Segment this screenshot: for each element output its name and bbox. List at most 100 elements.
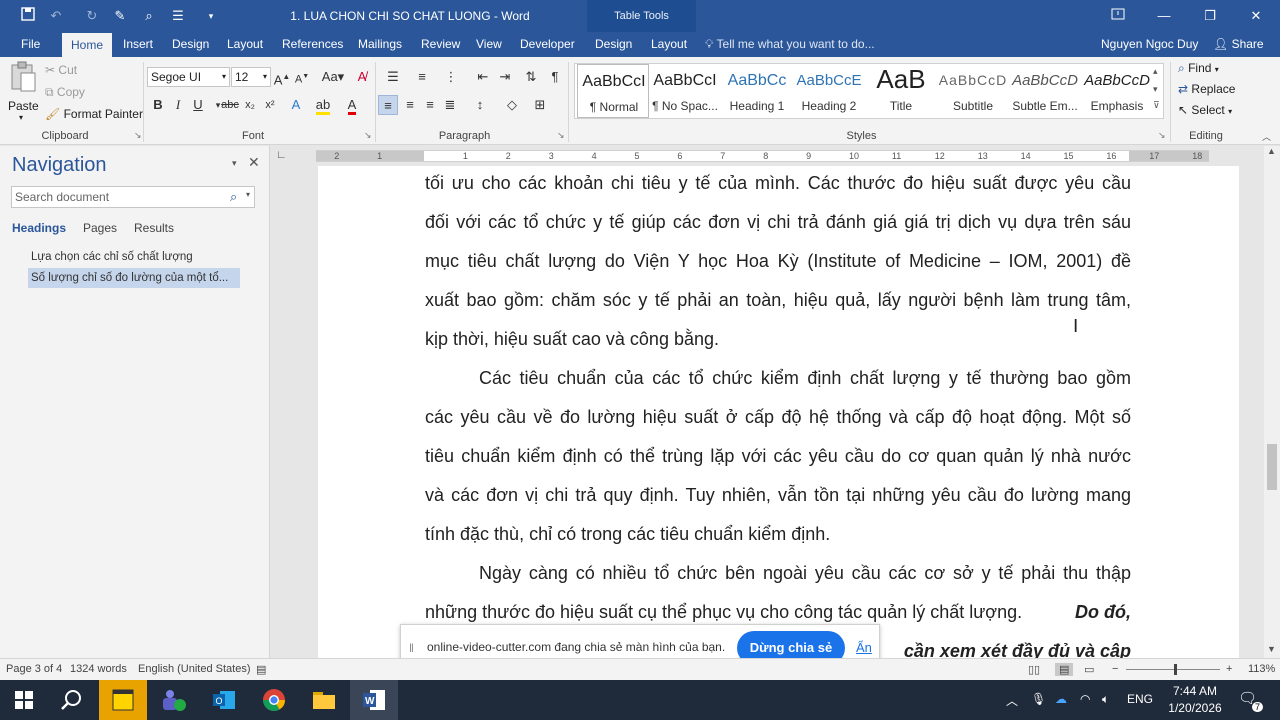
- nav-heading-item[interactable]: Lựa chọn các chỉ số chất lượng: [28, 247, 240, 267]
- shrink-font-icon[interactable]: A▼: [292, 67, 312, 87]
- tab-references[interactable]: References: [282, 32, 343, 57]
- tab-table-layout[interactable]: Layout: [651, 32, 687, 57]
- teams-app[interactable]: [150, 680, 198, 720]
- style-no-spacing[interactable]: AaBbCcI ¶ No Spac...: [649, 64, 721, 118]
- save-icon[interactable]: [19, 7, 37, 25]
- shading-icon[interactable]: ◇: [502, 95, 522, 115]
- highlight-icon[interactable]: ab: [313, 95, 333, 115]
- collapse-ribbon-icon[interactable]: ︿: [1262, 130, 1271, 143]
- tab-pages[interactable]: Pages: [83, 221, 117, 235]
- subscript-icon[interactable]: x₂: [240, 95, 260, 115]
- tab-developer[interactable]: Developer: [520, 32, 575, 57]
- scroll-up-icon[interactable]: ▲: [1267, 146, 1276, 156]
- scroll-down-icon[interactable]: ▼: [1267, 644, 1276, 654]
- hide-link[interactable]: Ẩn: [856, 640, 872, 655]
- clock[interactable]: 7:44 AM 1/20/2026: [1160, 683, 1230, 717]
- find-button[interactable]: ⌕ Find ▾: [1178, 61, 1219, 76]
- tab-headings[interactable]: Headings: [12, 221, 66, 235]
- restore-icon[interactable]: ❐: [1187, 0, 1233, 32]
- format-painter-button[interactable]: 🖌︎ Format Painter: [45, 107, 143, 121]
- zoom-slider-thumb[interactable]: [1174, 664, 1177, 675]
- web-layout-icon[interactable]: ▭: [1084, 663, 1094, 676]
- select-button[interactable]: ↖ Select ▾: [1178, 103, 1232, 117]
- print-preview-icon[interactable]: ⌕: [140, 7, 158, 25]
- font-launcher-icon[interactable]: ↘: [364, 130, 372, 141]
- style-subtitle[interactable]: AaBbCcD Subtitle: [937, 64, 1009, 118]
- tab-view[interactable]: View: [476, 32, 502, 57]
- replace-button[interactable]: ⇄ Replace: [1178, 82, 1235, 96]
- nav-heading-item[interactable]: Số lượng chỉ số đo lường của một tổ...: [28, 268, 240, 288]
- vertical-scrollbar[interactable]: ▲ ▼: [1264, 146, 1280, 658]
- italic-icon[interactable]: I: [168, 95, 188, 115]
- tab-file[interactable]: File: [21, 32, 40, 57]
- tab-mailings[interactable]: Mailings: [358, 32, 402, 57]
- align-left-icon[interactable]: ≡: [378, 95, 398, 115]
- font-color-icon[interactable]: A: [342, 95, 362, 115]
- tab-review[interactable]: Review: [421, 32, 460, 57]
- search-button[interactable]: [48, 680, 96, 720]
- document-page[interactable]: tối ưu cho các khoản chi tiêu y tế của m…: [318, 166, 1239, 658]
- style-heading-2[interactable]: AaBbCcE Heading 2: [793, 64, 865, 118]
- sort-icon[interactable]: ⇅: [521, 67, 541, 87]
- multilevel-list-icon[interactable]: ⋮: [441, 67, 461, 87]
- proofing-icon[interactable]: ▤: [256, 663, 266, 676]
- pane-options-icon[interactable]: ▾: [232, 158, 237, 169]
- cut-button[interactable]: ✂ Cut: [45, 63, 77, 77]
- microphone-icon[interactable]: 🎙︎: [1031, 692, 1046, 706]
- input-language[interactable]: ENG: [1127, 692, 1153, 706]
- align-center-icon[interactable]: ≡: [400, 95, 420, 115]
- undo-icon[interactable]: ↶: [47, 7, 65, 25]
- start-button[interactable]: [0, 680, 48, 720]
- tab-selector-icon[interactable]: ∟: [276, 149, 287, 161]
- clipboard-launcher-icon[interactable]: ↘: [134, 130, 142, 141]
- superscript-icon[interactable]: x²: [260, 95, 280, 115]
- tab-layout[interactable]: Layout: [227, 32, 263, 57]
- styles-scroll-up-icon[interactable]: ▴: [1153, 66, 1158, 77]
- bullets-icon[interactable]: ☰: [383, 67, 403, 87]
- copy-button[interactable]: ⧉ Copy: [45, 85, 85, 100]
- style-heading-1[interactable]: AaBbCc Heading 1: [721, 64, 793, 118]
- page-count[interactable]: Page 3 of 4: [6, 663, 62, 675]
- close-icon[interactable]: ✕: [1233, 0, 1279, 32]
- ruler-band[interactable]: 2 1 1 2 3 4 5 6 7 8 9 10 11 12 13 14 15 16 17 18: [316, 150, 1209, 162]
- network-icon[interactable]: ◠: [1080, 692, 1090, 706]
- sticky-notes-app[interactable]: [99, 680, 147, 720]
- bold-icon[interactable]: B: [148, 95, 168, 115]
- search-input[interactable]: Search document ⌕ ▾: [11, 186, 255, 208]
- tab-insert[interactable]: Insert: [123, 32, 153, 57]
- show-formatting-icon[interactable]: ¶: [545, 67, 565, 87]
- font-name-box[interactable]: Segoe UI ▾: [147, 67, 230, 87]
- chrome-app[interactable]: [250, 680, 298, 720]
- tab-table-design[interactable]: Design: [595, 32, 632, 57]
- minimize-icon[interactable]: —: [1141, 0, 1187, 32]
- zoom-slider[interactable]: [1126, 669, 1220, 670]
- print-layout-icon[interactable]: ▤: [1055, 663, 1074, 676]
- scrollbar-thumb[interactable]: [1267, 444, 1277, 490]
- zoom-out-icon[interactable]: −: [1112, 663, 1118, 675]
- style-emphasis[interactable]: AaBbCcD Emphasis: [1081, 64, 1153, 118]
- ribbon-display-options-icon[interactable]: [1095, 0, 1141, 32]
- style-subtle-emphasis[interactable]: AaBbCcD Subtle Em...: [1009, 64, 1081, 118]
- styles-more-icon[interactable]: ⊽: [1153, 100, 1160, 111]
- grow-font-icon[interactable]: A▲: [272, 67, 292, 87]
- drag-handle-icon[interactable]: ‖: [409, 641, 414, 655]
- tab-results[interactable]: Results: [134, 221, 174, 235]
- change-case-icon[interactable]: Aa▾: [320, 67, 346, 87]
- underline-icon[interactable]: U: [188, 95, 208, 115]
- strikethrough-icon[interactable]: abc: [220, 95, 240, 115]
- customize-qat-icon[interactable]: ▾: [202, 7, 220, 25]
- style-title[interactable]: AaB Title: [865, 64, 937, 118]
- outlook-app[interactable]: O: [200, 680, 248, 720]
- language-status[interactable]: English (United States): [138, 663, 251, 675]
- paragraph-launcher-icon[interactable]: ↘: [557, 130, 565, 141]
- chevron-down-icon[interactable]: ▾: [246, 190, 250, 199]
- close-icon[interactable]: ✕: [248, 154, 260, 171]
- word-app[interactable]: W: [350, 680, 398, 720]
- share-button[interactable]: 👤︎ Share: [1213, 32, 1264, 57]
- user-name[interactable]: Nguyen Ngoc Duy: [1101, 32, 1198, 57]
- style-normal[interactable]: AaBbCcI ¶ Normal: [577, 64, 649, 118]
- onedrive-icon[interactable]: ☁: [1055, 692, 1067, 706]
- tell-me-box[interactable]: 💡︎ Tell me what you want to do...: [705, 32, 875, 57]
- show-hidden-icons-icon[interactable]: ︿: [1006, 692, 1018, 709]
- styles-scroll-down-icon[interactable]: ▾: [1153, 84, 1158, 95]
